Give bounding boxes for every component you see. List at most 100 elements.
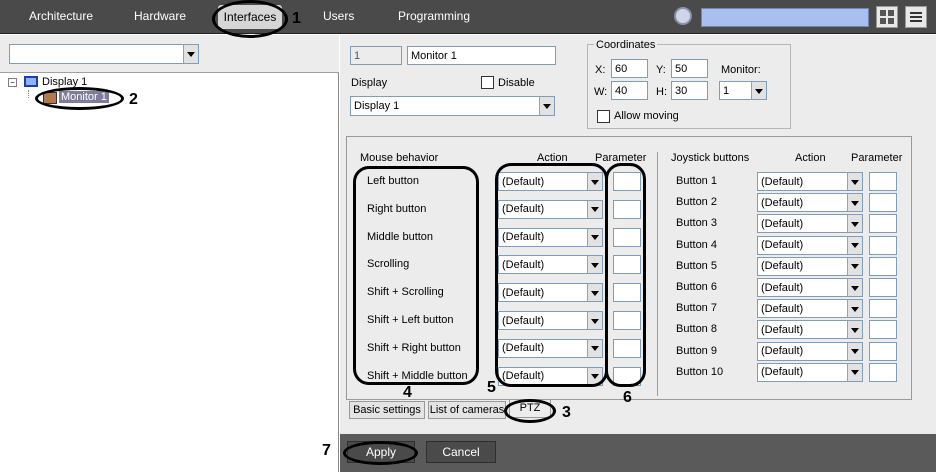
tab-basic-settings[interactable]: Basic settings	[349, 401, 425, 419]
joystick-action-value: (Default)	[761, 196, 804, 209]
tree-collapse-icon[interactable]: −	[8, 78, 17, 87]
w-input[interactable]: 40	[611, 81, 648, 100]
chevron-down-icon	[847, 342, 862, 360]
chevron-down-icon	[847, 173, 862, 190]
tab-programming[interactable]: Programming	[398, 9, 470, 23]
joystick-action-dropdown[interactable]: (Default)	[757, 278, 863, 297]
object-name-field[interactable]: Monitor 1	[407, 46, 556, 65]
joystick-action-dropdown[interactable]: (Default)	[757, 320, 863, 340]
x-label: X:	[595, 64, 606, 76]
allow-moving-checkbox[interactable]	[597, 110, 610, 123]
joystick-parameter-input[interactable]	[869, 278, 897, 297]
joystick-row-label: Button 8	[676, 323, 717, 336]
menu-icon[interactable]	[905, 6, 927, 28]
joystick-header: Joystick buttons	[671, 152, 750, 164]
joystick-action-dropdown[interactable]: (Default)	[757, 235, 863, 255]
chevron-down-icon	[847, 279, 862, 296]
joystick-parameter-input[interactable]	[869, 320, 897, 340]
callout-ring-apply	[343, 441, 418, 465]
callout-ring-monitor	[35, 87, 124, 110]
x-input[interactable]: 60	[611, 59, 648, 78]
layout-grid-icon[interactable]	[876, 6, 898, 28]
joystick-action-dropdown[interactable]: (Default)	[757, 256, 863, 276]
joystick-parameter-input[interactable]	[869, 299, 897, 319]
tab-architecture[interactable]: Architecture	[29, 9, 93, 23]
callout-7: 7	[322, 442, 331, 459]
callout-ring-interfaces	[212, 0, 288, 38]
display-value: Display 1	[354, 100, 400, 112]
joystick-row-label: Button 3	[676, 217, 717, 230]
callout-3: 3	[562, 404, 571, 421]
callout-ring-parameters	[605, 163, 646, 387]
joystick-action-dropdown[interactable]: (Default)	[757, 193, 863, 213]
chevron-down-icon	[539, 97, 554, 115]
object-id-field: 1	[350, 46, 402, 65]
mouse-behavior-header: Mouse behavior	[360, 152, 439, 164]
joystick-action-value: (Default)	[761, 260, 804, 273]
chevron-down-icon	[847, 215, 862, 233]
joystick-row-label: Button 10	[676, 365, 724, 378]
joystick-parameter-input[interactable]	[869, 341, 897, 361]
joystick-parameter-input[interactable]	[869, 256, 897, 276]
chevron-down-icon	[847, 300, 862, 318]
callout-ring-ptz	[504, 399, 556, 423]
y-label: Y:	[656, 64, 666, 76]
joystick-parameter-input[interactable]	[869, 214, 897, 234]
tab-hardware[interactable]: Hardware	[134, 9, 186, 23]
joystick-parameter-input[interactable]	[869, 235, 897, 255]
chevron-down-icon	[847, 236, 862, 254]
chevron-down-icon	[751, 82, 766, 99]
h-label: H:	[656, 86, 667, 98]
chevron-down-icon	[183, 45, 198, 63]
allow-moving-label: Allow moving	[614, 110, 679, 122]
disable-checkbox[interactable]	[481, 76, 494, 89]
disable-label: Disable	[498, 77, 535, 89]
joystick-row-label: Button 4	[676, 238, 717, 251]
monitor-label: Monitor:	[721, 64, 761, 76]
chevron-down-icon	[847, 257, 862, 275]
callout-1: 1	[292, 10, 301, 27]
joystick-action-dropdown[interactable]: (Default)	[757, 214, 863, 234]
joystick-row-label: Button 1	[676, 175, 717, 187]
display-icon	[24, 76, 38, 87]
joystick-action-value: (Default)	[761, 345, 804, 358]
callout-5: 5	[487, 379, 496, 396]
top-toolbar: Architecture Hardware Interfaces Users P…	[0, 0, 936, 34]
joystick-row-label: Button 2	[676, 196, 717, 209]
y-input[interactable]: 50	[671, 59, 708, 78]
callout-6: 6	[623, 389, 632, 406]
joystick-action-dropdown[interactable]: (Default)	[757, 362, 863, 382]
joystick-action-value: (Default)	[761, 175, 804, 188]
settings-gear-icon[interactable]	[674, 7, 692, 25]
tab-list-of-cameras[interactable]: List of cameras	[428, 401, 506, 419]
h-input[interactable]: 30	[671, 81, 708, 100]
joystick-parameter-input[interactable]	[869, 193, 897, 213]
monitor-dropdown[interactable]: 1	[719, 81, 767, 100]
joystick-action-value: (Default)	[761, 302, 804, 315]
display-dropdown[interactable]: Display 1	[350, 96, 555, 116]
joystick-row-label: Button 5	[676, 259, 717, 272]
joystick-action-value: (Default)	[761, 239, 804, 252]
joystick-row-label: Button 7	[676, 302, 717, 315]
joystick-action-value: (Default)	[761, 217, 804, 230]
cancel-button[interactable]: Cancel	[426, 441, 496, 463]
display-label: Display	[351, 77, 388, 89]
callout-4: 4	[403, 384, 412, 401]
joystick-action-value: (Default)	[761, 323, 804, 336]
chevron-down-icon	[847, 194, 862, 212]
monitor-value: 1	[723, 84, 730, 97]
joystick-row-label: Button 6	[676, 281, 717, 293]
joystick-action-dropdown[interactable]: (Default)	[757, 172, 863, 191]
search-input[interactable]	[701, 8, 869, 27]
joystick-action-header: Action	[795, 152, 826, 164]
chevron-down-icon	[847, 363, 862, 381]
joystick-action-dropdown[interactable]: (Default)	[757, 299, 863, 319]
callout-ring-actions	[495, 163, 608, 387]
callout-ring-mouse-labels	[353, 166, 479, 385]
chevron-down-icon	[847, 321, 862, 339]
joystick-action-dropdown[interactable]: (Default)	[757, 341, 863, 361]
tab-users[interactable]: Users	[323, 9, 354, 23]
tree-filter-dropdown[interactable]	[9, 44, 199, 64]
joystick-parameter-input[interactable]	[869, 172, 897, 191]
joystick-parameter-input[interactable]	[869, 362, 897, 382]
